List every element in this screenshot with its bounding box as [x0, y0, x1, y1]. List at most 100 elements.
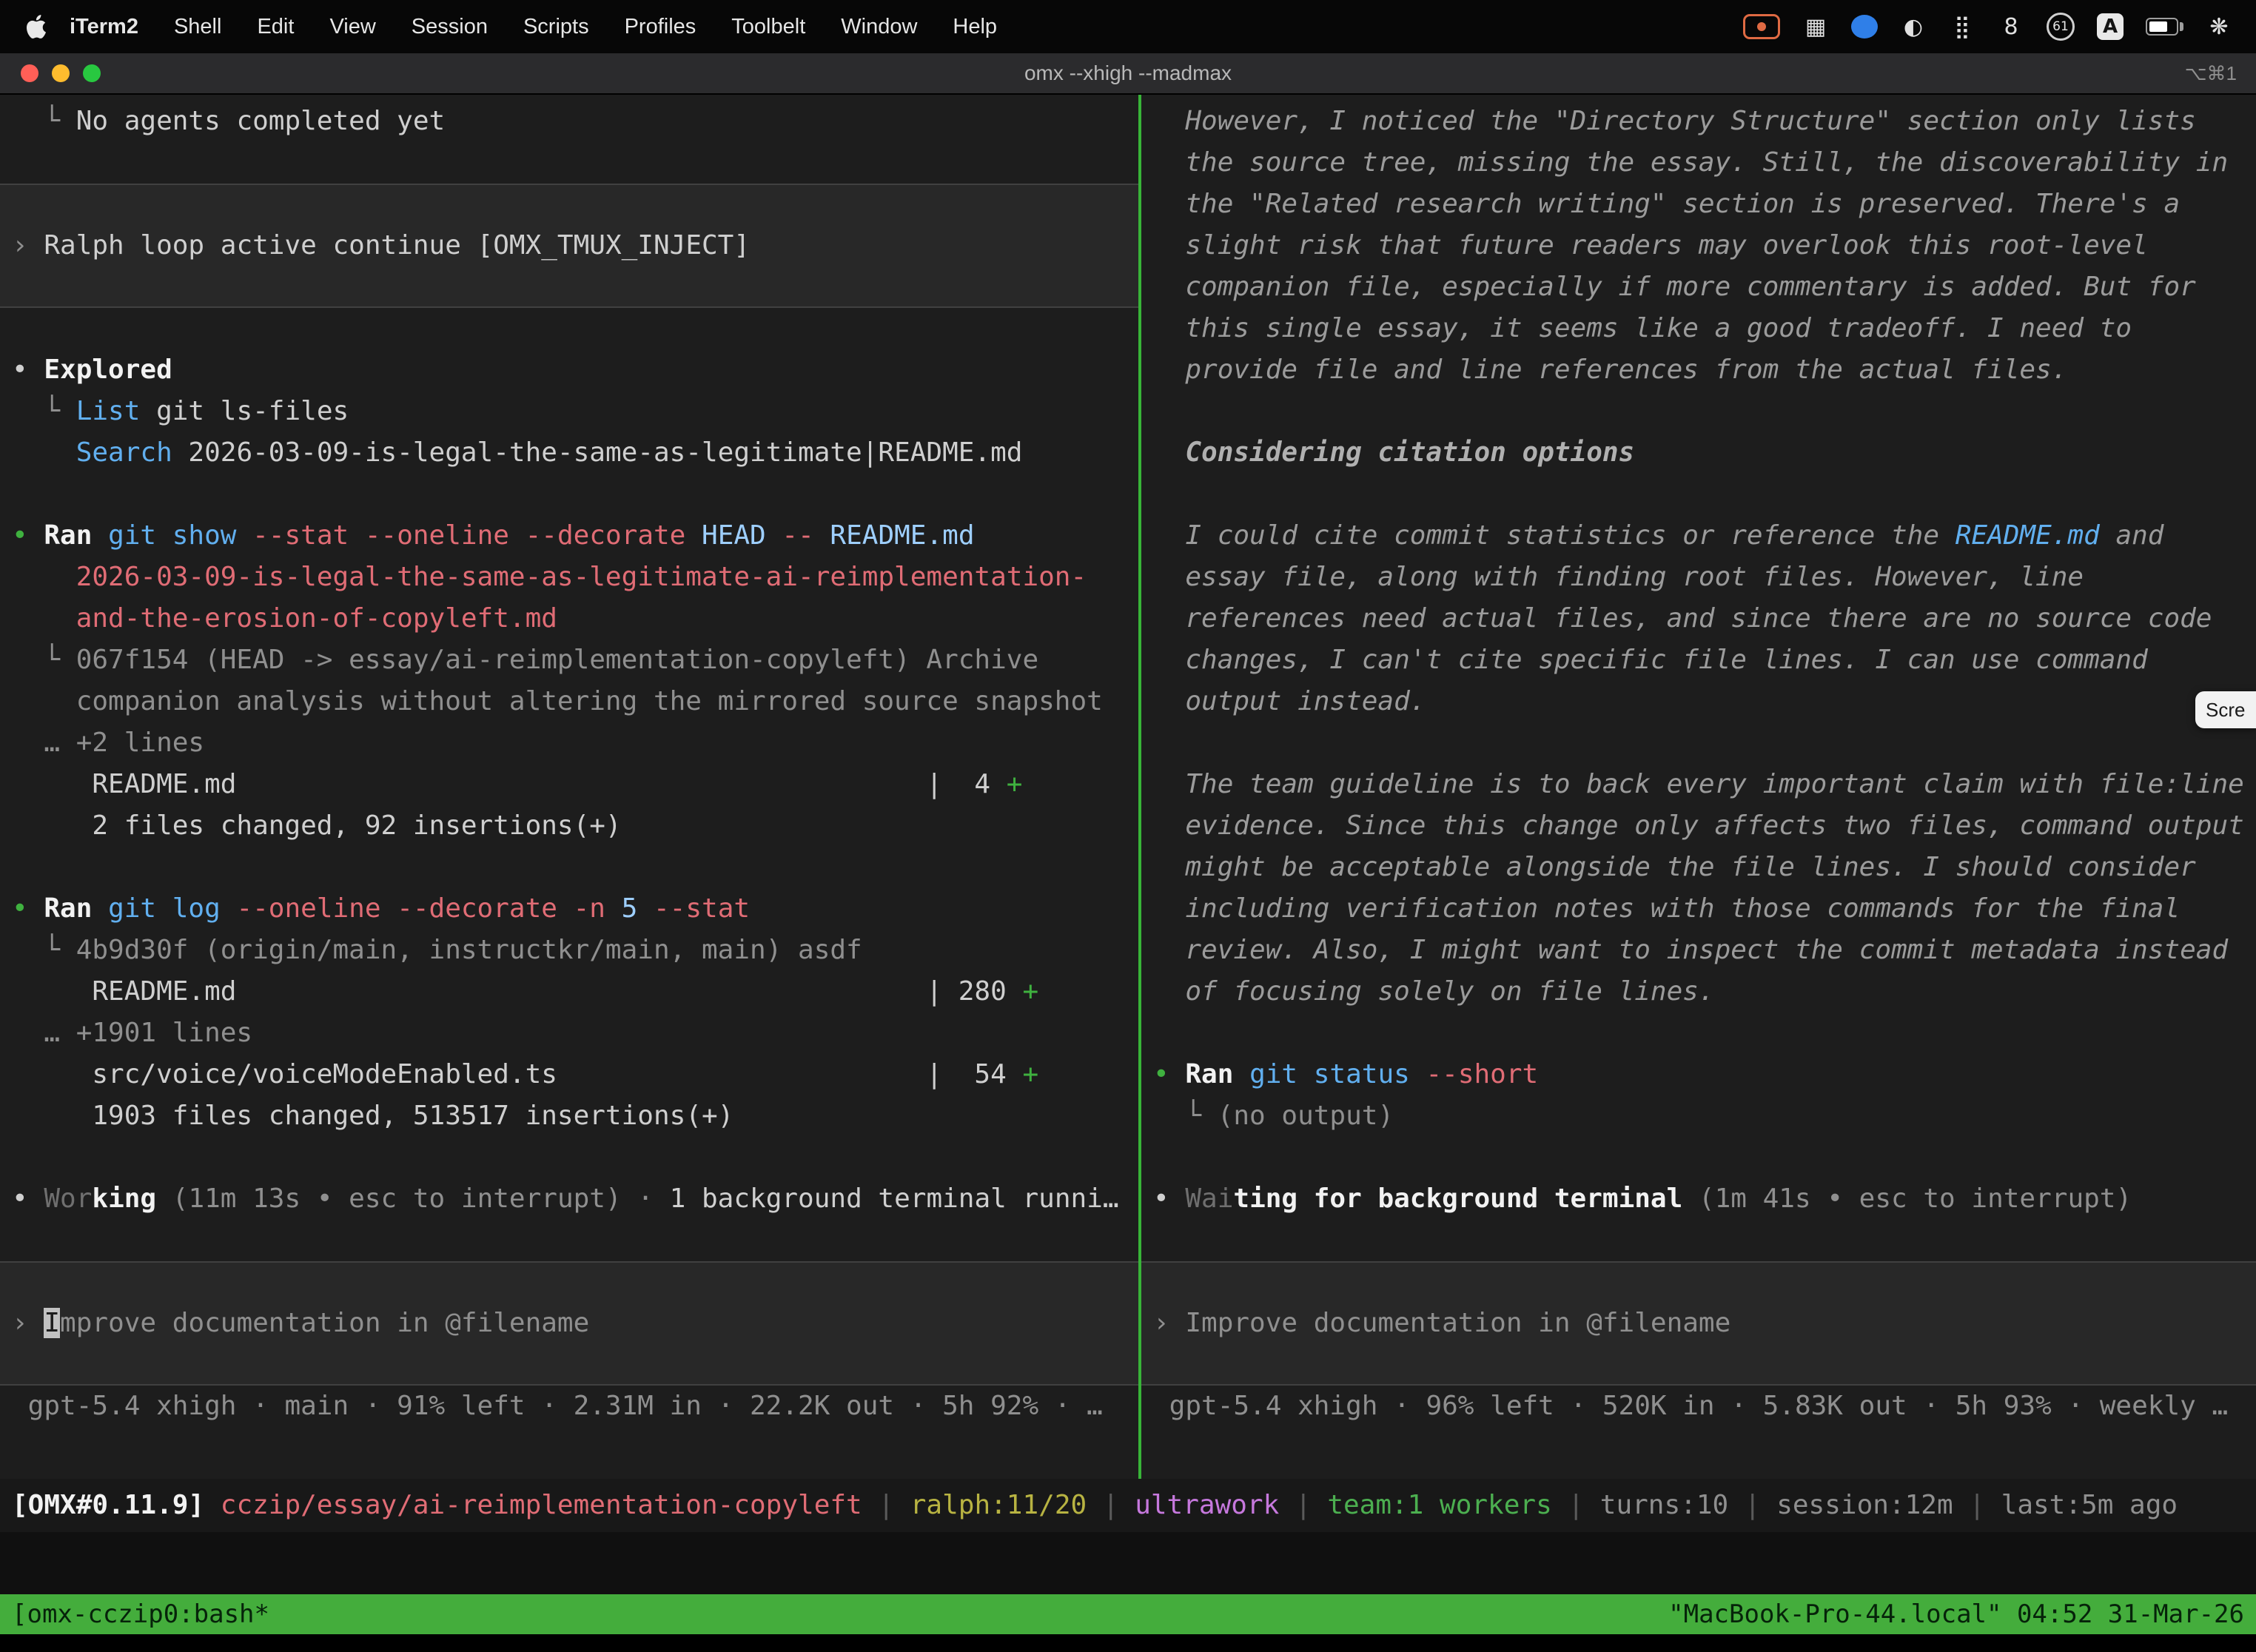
terminal-line: • Explored	[0, 349, 1138, 391]
terminal-line: README.md | 280 +	[0, 971, 1138, 1013]
text-segment: └	[12, 106, 76, 136]
text-segment: (11m 13s • esc to interrupt) ·	[156, 1183, 670, 1214]
text-segment: gpt-5.4 xhigh · 96% left · 520K in · 5.8…	[1153, 1391, 2228, 1421]
battery-cap	[2180, 22, 2183, 31]
terminal-line: I could cite commit statistics or refere…	[1141, 515, 2256, 557]
menu-status-icons: ▦ ◐ ⣿ 8 61 A ❋	[1743, 11, 2238, 42]
text-segment: Ran	[44, 893, 108, 924]
text-segment: ultrawork	[1135, 1490, 1279, 1520]
traffic-lights	[0, 64, 101, 82]
terminal-area: └ No agents completed yet › Ralph loop a…	[0, 95, 2256, 1479]
terminal-line: of focusing solely on file lines.	[1141, 971, 2256, 1013]
text-segment: last:5m ago	[2001, 1490, 2178, 1520]
terminal-line: provide file and line references from th…	[1141, 349, 2256, 391]
terminal-line: The team guideline is to back every impo…	[1141, 764, 2256, 805]
terminal-line: … +2 lines	[0, 722, 1138, 764]
terminal-line: README.md | 4 +	[0, 764, 1138, 805]
text-segment: |	[1087, 1490, 1135, 1520]
terminal-line: 1903 files changed, 513517 insertions(+)	[0, 1095, 1138, 1137]
text-segment: └	[12, 396, 76, 426]
ralph-loop-banner: › Ralph loop active continue [OMX_TMUX_I…	[0, 184, 1138, 308]
omx-status-lines: [OMX#0.11.9] cczip/essay/ai-reimplementa…	[0, 1485, 2178, 1526]
text-segment: mprove documentation in @filename	[60, 1308, 589, 1338]
battery-body	[2146, 18, 2178, 36]
text-segment: No agents completed yet	[76, 106, 446, 136]
fan-icon[interactable]: ❋	[2206, 11, 2232, 42]
terminal-line: However, I noticed the "Directory Struct…	[1141, 101, 2256, 142]
text-segment: README.md | 4	[12, 769, 1007, 799]
terminal-line	[1141, 1220, 2256, 1261]
terminal-line: references need actual files, and since …	[1141, 598, 2256, 639]
stat-8-icon[interactable]: 8	[1998, 11, 2024, 42]
menu-item-help[interactable]: Help	[935, 15, 1015, 39]
terminal-line	[0, 1220, 1138, 1261]
text-segment: +	[1007, 769, 1023, 799]
screen-recording-indicator[interactable]	[1743, 14, 1780, 39]
menu-item-session[interactable]: Session	[394, 15, 506, 39]
text-segment: [OMX#0.11.9]	[12, 1490, 221, 1520]
text-segment: └ 4b9d30f (origin/main, instructkr/main,…	[12, 935, 862, 965]
right-prompt-input-lines: › Improve documentation in @filename	[1141, 1303, 2256, 1344]
terminal-line: • Working (11m 13s • esc to interrupt) ·…	[0, 1178, 1138, 1220]
dark-app-icon[interactable]: ◐	[1900, 11, 1927, 42]
terminal-line	[0, 308, 1138, 349]
text-segment: Search	[12, 437, 188, 468]
menu-item-toolbelt[interactable]: Toolbelt	[714, 15, 823, 39]
text-segment: 5	[622, 893, 654, 924]
text-segment: might be acceptable alongside the file l…	[1153, 852, 2196, 882]
left-pane[interactable]: └ No agents completed yet › Ralph loop a…	[0, 95, 1138, 1479]
text-segment: session:12m	[1776, 1490, 1953, 1520]
gauge-61-icon[interactable]: 61	[2047, 13, 2075, 41]
tmux-status-bar: [omx-cczip0:bash* "MacBook-Pro-44.local"…	[0, 1594, 2256, 1634]
terminal-line	[1141, 722, 2256, 764]
text-segment: git ls-files	[156, 396, 349, 426]
text-segment: |	[1953, 1490, 2001, 1520]
menu-item-view[interactable]: View	[312, 15, 393, 39]
text-segment: review. Also, I might want to inspect th…	[1153, 935, 2228, 965]
input-source-icon[interactable]: A	[2097, 13, 2124, 40]
text-segment: +	[1022, 976, 1038, 1007]
window-grid-icon[interactable]: ▦	[1802, 11, 1829, 42]
text-segment: cczip/essay/ai-reimplementation-copyleft	[221, 1490, 862, 1520]
minimize-button[interactable]	[52, 64, 70, 82]
text-segment: Wor	[44, 1183, 92, 1214]
battery-icon[interactable]	[2146, 11, 2183, 42]
blue-app-icon[interactable]	[1851, 15, 1878, 38]
window-title-bar[interactable]: omx --xhigh --madmax ⌥⌘1	[0, 53, 2256, 95]
right-pane[interactable]: However, I noticed the "Directory Struct…	[1141, 95, 2256, 1479]
text-segment: provide file and line references from th…	[1153, 355, 2067, 385]
menu-item-profiles[interactable]: Profiles	[607, 15, 714, 39]
menu-item-iterm2[interactable]: iTerm2	[59, 15, 156, 39]
menu-item-window[interactable]: Window	[823, 15, 935, 39]
text-segment: |	[1279, 1490, 1327, 1520]
zoom-button[interactable]	[83, 64, 101, 82]
keyboard-grid-icon[interactable]: ⣿	[1949, 11, 1975, 42]
screen-share-popup[interactable]: Scre	[2195, 691, 2256, 728]
text-segment: essay file, along with finding root file…	[1153, 562, 2084, 592]
text-segment: evidence. Since this change only affects…	[1153, 810, 2244, 841]
close-button[interactable]	[21, 64, 38, 82]
text-segment: git show	[108, 520, 252, 551]
terminal-line: └ 4b9d30f (origin/main, instructkr/main,…	[0, 930, 1138, 971]
terminal-line	[1141, 474, 2256, 515]
left-prompt-input[interactable]: › Improve documentation in @filename	[0, 1261, 1138, 1386]
text-segment: I could cite commit statistics or refere…	[1153, 520, 1955, 551]
text-segment: (1m 41s • esc to interrupt)	[1682, 1183, 2132, 1214]
terminal-line: review. Also, I might want to inspect th…	[1141, 930, 2256, 971]
text-segment: and-the-erosion-of-copyleft.md	[12, 603, 557, 634]
text-segment: Wai	[1185, 1183, 1233, 1214]
terminal-line: slight risk that future readers may over…	[1141, 225, 2256, 266]
text-segment: 1903 files changed, 513517 insertions(+)	[12, 1101, 733, 1131]
text-segment: List	[76, 396, 156, 426]
text-segment: --oneline --decorate	[236, 893, 573, 924]
text-segment: slight risk that future readers may over…	[1153, 230, 2148, 261]
terminal-line: • Ran git show --stat --oneline --decora…	[0, 515, 1138, 557]
apple-menu[interactable]	[18, 15, 59, 38]
text-segment: └ (no output)	[1153, 1101, 1394, 1131]
menu-item-scripts[interactable]: Scripts	[506, 15, 607, 39]
menu-item-shell[interactable]: Shell	[156, 15, 240, 39]
right-prompt-input[interactable]: › Improve documentation in @filename	[1141, 1261, 2256, 1386]
text-segment: •	[12, 355, 44, 385]
text-segment: of focusing solely on file lines.	[1153, 976, 1715, 1007]
menu-item-edit[interactable]: Edit	[239, 15, 312, 39]
